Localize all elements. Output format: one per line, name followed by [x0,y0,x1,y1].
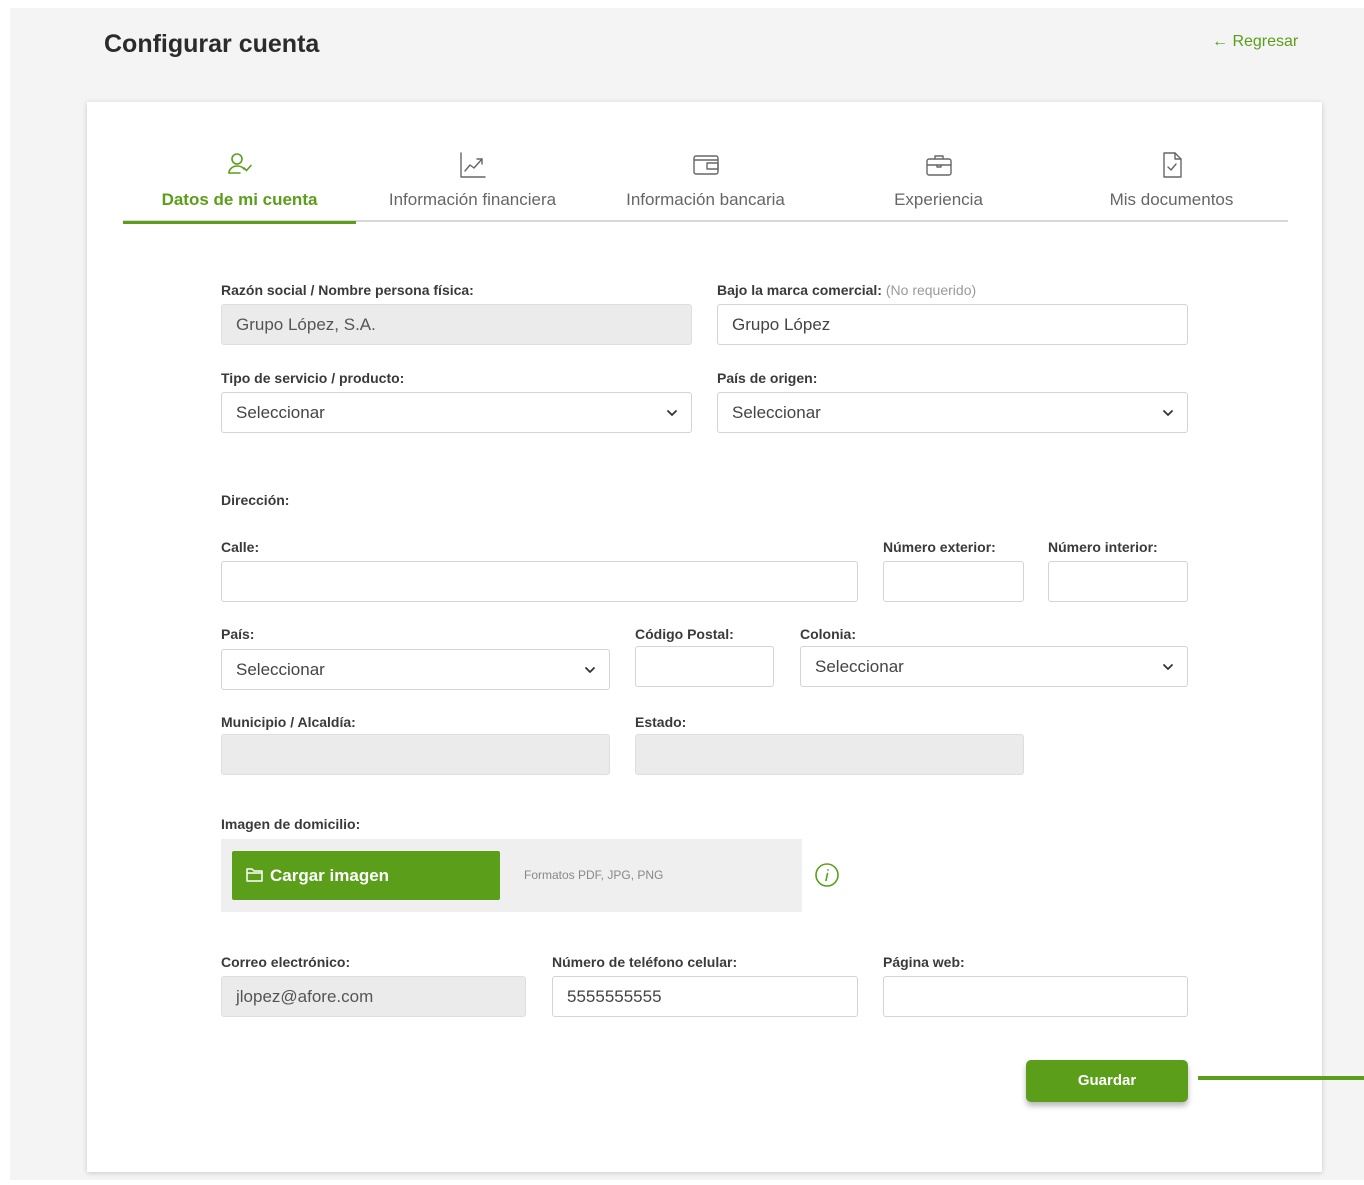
tab-label: Información financiera [388,190,557,209]
numero-exterior-input[interactable] [883,561,1024,602]
back-link[interactable]: ← Regresar [1212,33,1298,51]
chevron-down-icon [1163,410,1173,416]
tab-label: Mis documentos [1109,190,1234,209]
tab-label: Datos de mi cuenta [161,190,318,209]
colonia-select[interactable]: Seleccionar [800,646,1188,687]
calle-label: Calle: [221,539,260,555]
marca-comercial-label: Bajo la marca comercial: (No requerido) [717,282,976,298]
correo-field: jlopez@afore.com [221,976,526,1017]
wallet-icon [691,150,721,180]
tab-label: Información bancaria [626,190,785,209]
tab-experiencia[interactable]: Experiencia [822,146,1055,222]
upload-formats-hint: Formatos PDF, JPG, PNG [524,868,664,882]
pagina-web-label: Página web: [883,954,965,970]
optional-note: (No requerido) [885,282,977,298]
razon-social-field: Grupo López, S.A. [221,304,692,345]
pais-origen-select[interactable]: Seleccionar [717,392,1188,433]
pais-label: País: [221,626,255,642]
direccion-heading: Dirección: [221,492,290,508]
tipo-servicio-select[interactable]: Seleccionar [221,392,692,433]
imagen-domicilio-label: Imagen de domicilio: [221,816,361,832]
upload-button-label: Cargar imagen [270,866,390,885]
tab-label: Experiencia [894,190,983,209]
colonia-value: Seleccionar [815,657,904,676]
telefono-input[interactable]: 5555555555 [552,976,858,1017]
chevron-down-icon [1163,664,1173,670]
marca-comercial-label-text: Bajo la marca comercial: [717,282,882,298]
tipo-servicio-value: Seleccionar [236,403,325,422]
pais-value: Seleccionar [236,660,325,679]
briefcase-icon [924,150,954,180]
pais-select[interactable]: Seleccionar [221,649,610,690]
numero-interior-label: Número interior: [1048,539,1158,555]
tab-bar: Datos de mi cuenta Información financier… [123,146,1288,224]
callout-line [1198,1076,1364,1080]
pais-origen-label: País de origen: [717,370,818,386]
codigo-postal-input[interactable] [635,646,774,687]
folder-icon [246,868,263,882]
save-button[interactable]: Guardar [1026,1060,1188,1102]
municipio-label: Municipio / Alcaldía: [221,714,356,730]
municipio-field [221,734,610,775]
numero-interior-input[interactable] [1048,561,1188,602]
numero-exterior-label: Número exterior: [883,539,996,555]
pagina-web-input[interactable] [883,976,1188,1017]
account-form-card: Datos de mi cuenta Información financier… [87,102,1322,1172]
trend-chart-icon [458,150,488,180]
user-check-icon [225,150,255,180]
tab-mis-documentos[interactable]: Mis documentos [1055,146,1288,222]
info-icon[interactable] [814,862,840,888]
telefono-label: Número de teléfono celular: [552,954,738,970]
tipo-servicio-label: Tipo de servicio / producto: [221,370,405,386]
tab-informacion-bancaria[interactable]: Información bancaria [589,146,822,222]
page-title: Configurar cuenta [104,30,320,58]
tab-datos-de-mi-cuenta[interactable]: Datos de mi cuenta [123,146,356,224]
tab-informacion-financiera[interactable]: Información financiera [356,146,589,222]
estado-label: Estado: [635,714,687,730]
estado-field [635,734,1024,775]
upload-image-button[interactable]: Cargar imagen [232,851,500,900]
chevron-down-icon [585,667,595,673]
upload-area: Cargar imagen Formatos PDF, JPG, PNG [221,839,802,912]
chevron-down-icon [667,410,677,416]
razon-social-label: Razón social / Nombre persona física: [221,282,474,298]
calle-input[interactable] [221,561,858,602]
document-check-icon [1157,150,1187,180]
codigo-postal-label: Código Postal: [635,626,734,642]
colonia-label: Colonia: [800,626,856,642]
pais-origen-value: Seleccionar [732,403,821,422]
correo-label: Correo electrónico: [221,954,351,970]
marca-comercial-input[interactable]: Grupo López [717,304,1188,345]
